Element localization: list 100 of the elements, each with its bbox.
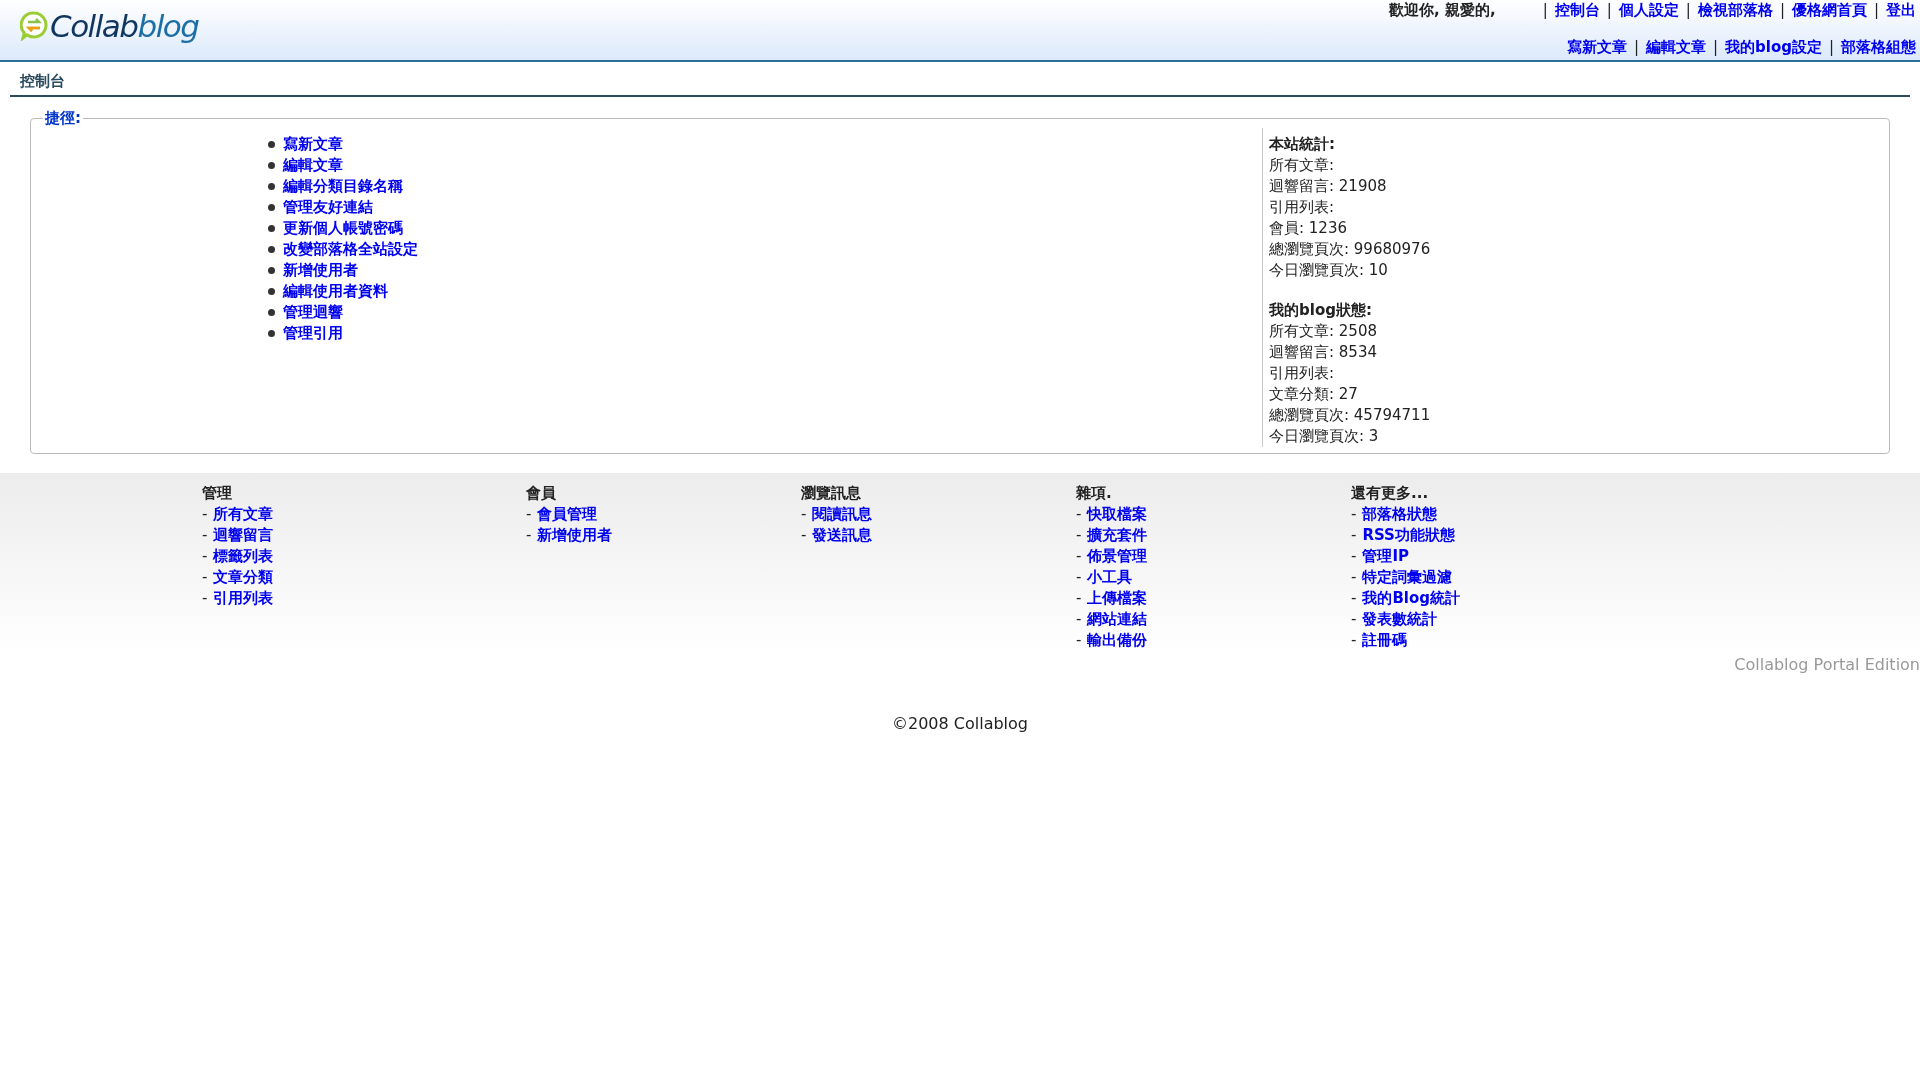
- dash-marker: -: [801, 525, 807, 546]
- menu-link[interactable]: 閱讀訊息: [812, 504, 873, 525]
- stats-line: 今日瀏覽頁次: 10: [1269, 260, 1389, 281]
- dash-marker: -: [1351, 609, 1357, 630]
- menu-link[interactable]: 文章分類: [213, 567, 274, 588]
- bullet-icon: [268, 309, 275, 316]
- dash-marker: -: [526, 504, 532, 525]
- separator: |: [1712, 38, 1718, 57]
- menu-link[interactable]: 輸出備份: [1087, 630, 1148, 651]
- bullet-icon: [268, 141, 275, 148]
- separator: |: [1685, 1, 1691, 20]
- dash-marker: -: [1351, 630, 1357, 651]
- shortcut-link[interactable]: 編輯使用者資料: [283, 281, 388, 302]
- menu-link[interactable]: 我的Blog統計: [1362, 588, 1461, 609]
- menu-link[interactable]: 佈景管理: [1087, 546, 1148, 567]
- dash-marker: -: [1076, 567, 1082, 588]
- edition-text: Collablog Portal Edition: [1734, 655, 1920, 674]
- nav-link[interactable]: 控制台: [1554, 1, 1600, 20]
- dash-marker: -: [526, 525, 532, 546]
- dash-marker: -: [1351, 588, 1357, 609]
- nav-link[interactable]: 個人設定: [1618, 1, 1679, 20]
- stats-line: 迴響留言: 8534: [1269, 342, 1378, 363]
- nav-link[interactable]: 編輯文章: [1645, 38, 1706, 57]
- menu-link[interactable]: 快取檔案: [1087, 504, 1148, 525]
- menu-link[interactable]: RSS功能狀態: [1362, 525, 1455, 546]
- shortcut-link[interactable]: 編輯分類目錄名稱: [283, 176, 403, 197]
- dash-marker: -: [1076, 546, 1082, 567]
- menu-heading: 會員: [526, 483, 557, 504]
- logo-wordmark[interactable]: Collabblog: [50, 8, 199, 44]
- nav-link[interactable]: 我的blog設定: [1725, 38, 1822, 57]
- dash-marker: -: [202, 567, 208, 588]
- dash-marker: -: [1351, 567, 1357, 588]
- separator: |: [1633, 38, 1639, 57]
- menu-link[interactable]: 新增使用者: [537, 525, 613, 546]
- bullet-icon: [268, 162, 275, 169]
- menu-link[interactable]: 引用列表: [213, 588, 274, 609]
- dash-marker: -: [1076, 504, 1082, 525]
- nav-link[interactable]: 部落格組態: [1841, 38, 1916, 57]
- stats-line: 引用列表:: [1269, 363, 1336, 384]
- bullet-icon: [268, 330, 275, 337]
- nav-link[interactable]: 寫新文章: [1566, 38, 1627, 57]
- stats-heading: 本站統計:: [1269, 134, 1336, 155]
- stats-heading: 我的blog狀態:: [1269, 300, 1373, 321]
- stats-line: 會員: 1236: [1269, 218, 1348, 239]
- menu-link[interactable]: 所有文章: [213, 504, 274, 525]
- separator: |: [1779, 1, 1785, 20]
- stats-line: 今日瀏覽頁次: 3: [1269, 426, 1380, 447]
- menu-link[interactable]: 網站連結: [1087, 609, 1148, 630]
- stats-line: 迴響留言: 21908: [1269, 176, 1388, 197]
- separator: |: [1542, 1, 1548, 20]
- menu-link[interactable]: 擴充套件: [1087, 525, 1148, 546]
- stats-line: 所有文章: 2508: [1269, 321, 1378, 342]
- menu-link[interactable]: 迴響留言: [213, 525, 274, 546]
- bullet-icon: [268, 183, 275, 190]
- stats-line: 引用列表:: [1269, 197, 1336, 218]
- dash-marker: -: [1076, 609, 1082, 630]
- menu-link[interactable]: 小工具: [1087, 567, 1133, 588]
- dash-marker: -: [1076, 525, 1082, 546]
- dash-marker: -: [202, 588, 208, 609]
- shortcut-link[interactable]: 改變部落格全站設定: [283, 239, 418, 260]
- dash-marker: -: [1076, 588, 1082, 609]
- welcome-text: 歡迎你, 親愛的,: [1389, 1, 1496, 20]
- separator: |: [1873, 1, 1879, 20]
- menu-link[interactable]: 註冊碼: [1362, 630, 1408, 651]
- menu-link[interactable]: 發送訊息: [812, 525, 873, 546]
- shortcut-link[interactable]: 新增使用者: [283, 260, 358, 281]
- dash-marker: -: [1351, 525, 1357, 546]
- nav-link[interactable]: 登出: [1886, 1, 1916, 20]
- shortcut-link[interactable]: 寫新文章: [283, 134, 343, 155]
- menu-link[interactable]: 標籤列表: [213, 546, 274, 567]
- menu-link[interactable]: 會員管理: [537, 504, 598, 525]
- dash-marker: -: [202, 525, 208, 546]
- menu-heading: 瀏覽訊息: [801, 483, 862, 504]
- logo-icon: [20, 11, 48, 41]
- separator: |: [1828, 38, 1834, 57]
- dash-marker: -: [1351, 504, 1357, 525]
- menu-link[interactable]: 管理IP: [1362, 546, 1409, 567]
- shortcut-link[interactable]: 管理友好連結: [283, 197, 373, 218]
- bullet-icon: [268, 204, 275, 211]
- menu-heading: 還有更多...: [1351, 483, 1430, 504]
- nav-link[interactable]: 優格網首頁: [1791, 1, 1867, 20]
- dash-marker: -: [801, 504, 807, 525]
- nav-link[interactable]: 檢視部落格: [1697, 1, 1773, 20]
- dash-marker: -: [1076, 630, 1082, 651]
- menu-link[interactable]: 上傳檔案: [1087, 588, 1148, 609]
- shortcut-link[interactable]: 管理引用: [283, 323, 343, 344]
- stats-line: 總瀏覽頁次: 45794711: [1269, 405, 1432, 426]
- dash-marker: -: [1351, 546, 1357, 567]
- shortcut-link[interactable]: 編輯文章: [283, 155, 343, 176]
- menu-link[interactable]: 部落格狀態: [1362, 504, 1438, 525]
- menu-heading: 管理: [202, 483, 233, 504]
- copyright-text: ©2008 Collablog: [892, 714, 1028, 733]
- bullet-icon: [268, 246, 275, 253]
- menu-link[interactable]: 特定詞彙過濾: [1362, 567, 1453, 588]
- menu-link[interactable]: 發表數統計: [1362, 609, 1438, 630]
- shortcut-link[interactable]: 更新個人帳號密碼: [283, 218, 403, 239]
- stats-line: 所有文章:: [1269, 155, 1336, 176]
- shortcut-link[interactable]: 管理迴響: [283, 302, 343, 323]
- page-title: 控制台: [20, 72, 65, 90]
- dash-marker: -: [202, 546, 208, 567]
